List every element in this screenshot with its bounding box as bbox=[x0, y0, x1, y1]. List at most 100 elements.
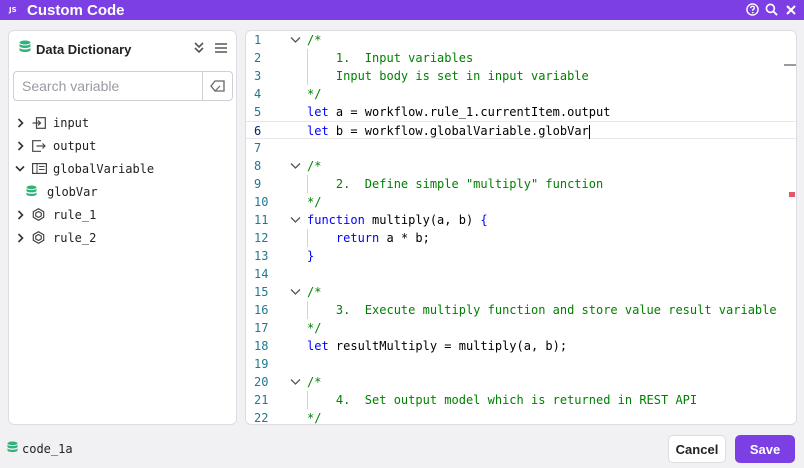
input-icon bbox=[32, 116, 48, 129]
code-editor[interactable]: 1/* 2 1. Input variables 3 Input body is s… bbox=[245, 30, 797, 425]
tree-item-rule_1[interactable]: rule_1 bbox=[9, 203, 236, 226]
line-number: 11 bbox=[254, 213, 269, 227]
hexagon-icon bbox=[32, 231, 48, 244]
code-line[interactable]: 7 bbox=[246, 139, 796, 157]
hexagon-icon bbox=[32, 208, 48, 221]
code-text: /* bbox=[307, 157, 321, 175]
tree-item-input[interactable]: input bbox=[9, 111, 236, 134]
data-dictionary-title: Data Dictionary bbox=[36, 42, 132, 57]
data-dictionary-header: Data Dictionary bbox=[19, 40, 131, 59]
code-text: return a * b; bbox=[307, 229, 430, 247]
save-button[interactable]: Save bbox=[735, 435, 795, 463]
code-line[interactable]: 6 let b = workflow.globalVariable.globVar bbox=[246, 121, 796, 139]
line-number: 5 bbox=[254, 105, 262, 119]
line-number: 22 bbox=[254, 411, 269, 425]
tree-item-label: output bbox=[53, 138, 97, 153]
fold-chevron-icon[interactable] bbox=[290, 373, 302, 391]
fold-chevron-icon[interactable] bbox=[290, 157, 302, 175]
code-name: code_1a bbox=[22, 442, 73, 456]
search-variable-input[interactable] bbox=[14, 72, 202, 100]
search-icon[interactable] bbox=[764, 2, 779, 17]
tree-item-globVar[interactable]: globVar bbox=[9, 180, 236, 203]
code-line[interactable]: 19 bbox=[246, 355, 796, 373]
code-line[interactable]: 18 let resultMultiply = multiply(a, b); bbox=[246, 337, 796, 355]
tree-item-globalVariable[interactable]: globalVariable bbox=[9, 157, 236, 180]
code-text: Input body is set in input variable bbox=[307, 67, 589, 85]
code-comment: 2. Define simple "multiply" function bbox=[307, 177, 604, 191]
fold-chevron-icon[interactable] bbox=[290, 211, 302, 229]
line-number: 13 bbox=[254, 249, 269, 263]
code-token: b = workflow.globalVariable.globVar bbox=[328, 124, 589, 138]
tree-item-label: globalVariable bbox=[53, 161, 155, 176]
eraser-icon[interactable] bbox=[202, 72, 232, 100]
code-line[interactable]: 1 /* bbox=[246, 31, 796, 49]
code-keyword: function bbox=[307, 213, 365, 227]
code-text: } bbox=[307, 247, 314, 265]
help-icon[interactable] bbox=[745, 2, 760, 17]
code-line[interactable]: 21 4. Set output model which is returned… bbox=[246, 391, 796, 409]
code-line[interactable]: 13} bbox=[246, 247, 796, 265]
tree-item-label: rule_2 bbox=[53, 230, 97, 245]
line-number: 15 bbox=[254, 285, 269, 299]
code-text: */ bbox=[307, 409, 321, 424]
code-text: 1. Input variables bbox=[307, 49, 473, 67]
chevron-down-icon[interactable] bbox=[15, 165, 25, 172]
database-icon bbox=[19, 40, 31, 59]
code-line[interactable]: 12 return a * b; bbox=[246, 229, 796, 247]
code-keyword: } bbox=[307, 249, 315, 263]
code-token: multiply(a, b) bbox=[364, 213, 481, 227]
global-variable-icon bbox=[32, 163, 48, 174]
code-line[interactable]: 22 */ bbox=[246, 409, 796, 425]
window-title: Custom Code bbox=[27, 1, 125, 19]
chevron-right-icon[interactable] bbox=[15, 232, 25, 243]
chevron-right-icon[interactable] bbox=[15, 140, 25, 151]
code-line[interactable]: 20 /* bbox=[246, 373, 796, 391]
js-icon: JS bbox=[9, 6, 17, 14]
code-line[interactable]: 9 2. Define simple "multiply" function bbox=[246, 175, 796, 193]
data-dictionary-panel: Data Dictionary input output globalVariabl… bbox=[8, 30, 237, 425]
code-line[interactable]: 2 1. Input variables bbox=[246, 49, 796, 67]
code-text: */ bbox=[307, 319, 321, 337]
code-text: */ bbox=[307, 193, 321, 211]
chevron-right-icon[interactable] bbox=[15, 117, 25, 128]
code-comment: /* bbox=[307, 375, 322, 389]
code-text: let resultMultiply = multiply(a, b); bbox=[307, 337, 567, 355]
tree-item-label: globVar bbox=[47, 184, 98, 199]
line-number: 19 bbox=[254, 357, 269, 371]
cancel-button[interactable]: Cancel bbox=[668, 435, 726, 463]
collapse-all-icon[interactable] bbox=[194, 41, 204, 59]
line-number: 17 bbox=[254, 321, 269, 335]
code-line[interactable]: 8 /* bbox=[246, 157, 796, 175]
code-line[interactable]: 4 */ bbox=[246, 85, 796, 103]
code-line[interactable]: 16 3. Execute multiply function and stor… bbox=[246, 301, 796, 319]
variable-tree: input output globalVariable globVar rule_1ru… bbox=[9, 111, 236, 249]
code-line[interactable]: 5 let a = workflow.rule_1.currentItem.out… bbox=[246, 103, 796, 121]
menu-icon[interactable] bbox=[215, 41, 227, 59]
line-number: 6 bbox=[254, 124, 262, 138]
fold-chevron-icon[interactable] bbox=[290, 31, 302, 49]
title-bar: JS Custom Code bbox=[0, 0, 804, 20]
code-text: */ bbox=[307, 85, 321, 103]
code-text: /* bbox=[307, 31, 321, 49]
code-keyword: let bbox=[307, 339, 329, 353]
code-line[interactable]: 15 /* bbox=[246, 283, 796, 301]
code-text: /* bbox=[307, 373, 321, 391]
chevron-right-icon[interactable] bbox=[15, 209, 25, 220]
code-line[interactable]: 17 */ bbox=[246, 319, 796, 337]
code-line[interactable]: 10 */ bbox=[246, 193, 796, 211]
fold-chevron-icon[interactable] bbox=[290, 283, 302, 301]
line-number: 3 bbox=[254, 69, 262, 83]
code-comment: */ bbox=[307, 195, 322, 209]
code-line[interactable]: 3 Input body is set in input variable bbox=[246, 67, 796, 85]
title-actions bbox=[745, 2, 798, 17]
tree-item-output[interactable]: output bbox=[9, 134, 236, 157]
code-keyword: return bbox=[335, 231, 380, 245]
line-number: 8 bbox=[254, 159, 262, 173]
line-number: 9 bbox=[254, 177, 262, 191]
code-line[interactable]: 14 bbox=[246, 265, 796, 283]
code-line[interactable]: 11 function multiply(a, b) { bbox=[246, 211, 796, 229]
tree-item-rule_2[interactable]: rule_2 bbox=[9, 226, 236, 249]
close-icon[interactable] bbox=[783, 2, 798, 17]
database-icon bbox=[26, 185, 42, 198]
